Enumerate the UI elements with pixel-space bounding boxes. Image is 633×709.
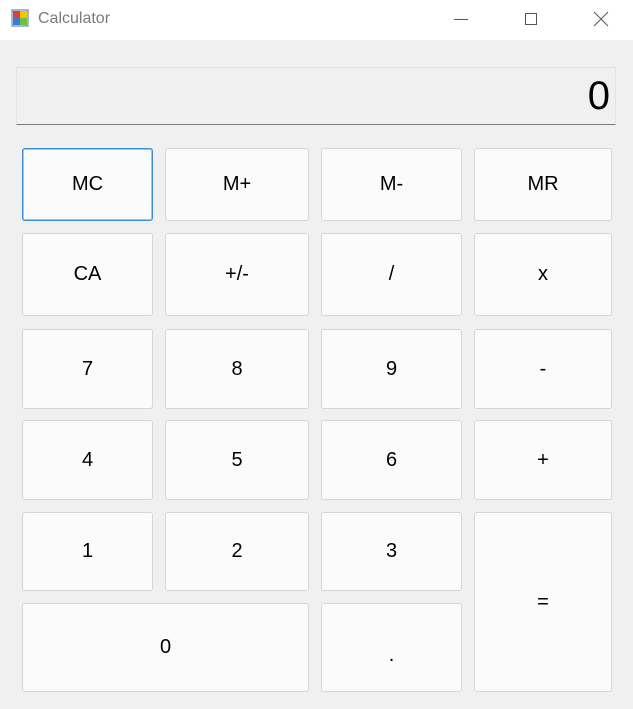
subtract-button[interactable]: - bbox=[474, 329, 612, 409]
app-icon bbox=[11, 9, 29, 27]
digit-5-button[interactable]: 5 bbox=[165, 420, 309, 500]
digit-7-button[interactable]: 7 bbox=[22, 329, 153, 409]
decimal-point-button[interactable]: . bbox=[321, 603, 462, 692]
memory-clear-button[interactable]: MC bbox=[22, 148, 153, 221]
add-button[interactable]: + bbox=[474, 420, 612, 500]
minimize-icon bbox=[454, 19, 468, 20]
digit-8-button[interactable]: 8 bbox=[165, 329, 309, 409]
close-icon bbox=[593, 11, 609, 27]
maximize-icon bbox=[525, 13, 537, 25]
digit-9-button[interactable]: 9 bbox=[321, 329, 462, 409]
window-title: Calculator bbox=[38, 10, 111, 27]
digit-4-button[interactable]: 4 bbox=[22, 420, 153, 500]
title-bar: Calculator bbox=[0, 0, 633, 40]
clear-all-button[interactable]: CA bbox=[22, 233, 153, 316]
close-button[interactable] bbox=[578, 0, 624, 38]
decimal-point-label: . bbox=[388, 644, 395, 666]
maximize-button[interactable] bbox=[508, 0, 554, 38]
divide-button[interactable]: / bbox=[321, 233, 462, 316]
equals-button[interactable]: = bbox=[474, 512, 612, 692]
digit-0-button[interactable]: 0 bbox=[22, 603, 309, 692]
digit-6-button[interactable]: 6 bbox=[321, 420, 462, 500]
memory-subtract-button[interactable]: M- bbox=[321, 148, 462, 221]
digit-2-button[interactable]: 2 bbox=[165, 512, 309, 591]
memory-add-button[interactable]: M+ bbox=[165, 148, 309, 221]
display-value: 0 bbox=[587, 74, 610, 118]
result-display: 0 bbox=[16, 67, 616, 125]
digit-1-button[interactable]: 1 bbox=[22, 512, 153, 591]
multiply-button[interactable]: x bbox=[474, 233, 612, 316]
digit-3-button[interactable]: 3 bbox=[321, 512, 462, 591]
minimize-button[interactable] bbox=[438, 0, 484, 38]
negate-button[interactable]: +/- bbox=[165, 233, 309, 316]
memory-recall-button[interactable]: MR bbox=[474, 148, 612, 221]
